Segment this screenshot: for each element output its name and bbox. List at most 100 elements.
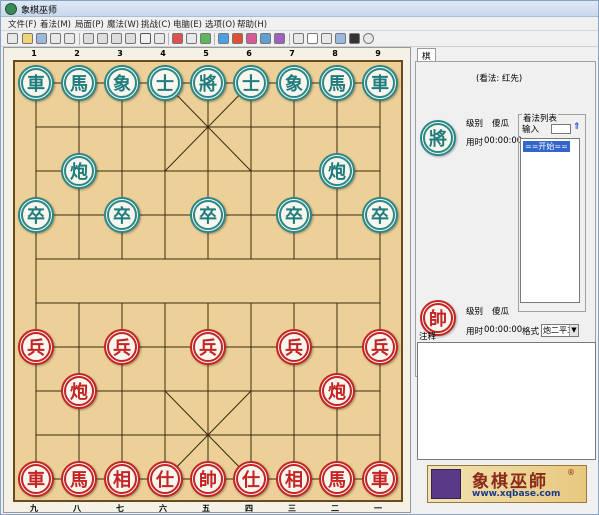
- prev-move-icon[interactable]: [97, 33, 108, 44]
- delete-icon[interactable]: [154, 33, 165, 44]
- black-horse[interactable]: 馬: [61, 65, 97, 101]
- bottom-file-labels: 九 八 七 六 五 四 三 二 一: [4, 503, 412, 514]
- banner-url: www.xqbase.com: [472, 489, 561, 499]
- red-soldier[interactable]: 兵: [190, 329, 226, 365]
- file-label: 1: [31, 49, 37, 58]
- black-soldier[interactable]: 卒: [18, 197, 54, 233]
- move-list[interactable]: ==开始==: [520, 138, 580, 303]
- clock-icon[interactable]: [307, 33, 318, 44]
- red-horse[interactable]: 馬: [61, 461, 97, 497]
- red-level-label: 级别: [466, 307, 484, 317]
- black-general[interactable]: 將: [190, 65, 226, 101]
- engine-icon[interactable]: [274, 33, 285, 44]
- chevron-down-icon[interactable]: ▼: [569, 325, 578, 336]
- menu-moves[interactable]: 着法(M): [40, 18, 71, 30]
- red-chariot[interactable]: 車: [362, 461, 398, 497]
- menu-options[interactable]: 选项(O): [205, 18, 235, 30]
- black-level-value: 傻瓜: [492, 119, 510, 129]
- open-icon[interactable]: [22, 33, 33, 44]
- app-window: 象棋巫师 文件(F) 着法(M) 局面(P) 魔法(W) 挑战(C) 电脑(E)…: [0, 0, 599, 515]
- red-soldier[interactable]: 兵: [18, 329, 54, 365]
- notes-icon[interactable]: [293, 33, 304, 44]
- arrow-up-icon[interactable]: ⇑: [573, 122, 581, 132]
- file-label: 8: [332, 49, 338, 58]
- notes-textarea[interactable]: [417, 342, 596, 460]
- move-list-item[interactable]: ==开始==: [523, 141, 570, 152]
- toolbar-separator: [289, 33, 290, 45]
- black-advisor[interactable]: 士: [147, 65, 183, 101]
- black-cannon[interactable]: 炮: [61, 153, 97, 189]
- file-label: 9: [375, 49, 381, 58]
- book-icon[interactable]: [172, 33, 183, 44]
- black-horse[interactable]: 馬: [319, 65, 355, 101]
- window-title: 象棋巫师: [21, 6, 58, 16]
- red-cannon[interactable]: 炮: [319, 373, 355, 409]
- red-time-label: 用时: [466, 327, 484, 337]
- black-elephant[interactable]: 象: [276, 65, 312, 101]
- copy-icon[interactable]: [50, 33, 61, 44]
- database-icon[interactable]: [200, 33, 211, 44]
- notes-label: 注释: [419, 332, 437, 342]
- xqbase-banner[interactable]: 象棋巫師 ® www.xqbase.com: [427, 465, 587, 503]
- hint-icon[interactable]: [232, 33, 243, 44]
- terminal-icon[interactable]: [349, 33, 360, 44]
- wizard-logo-icon: [431, 469, 461, 499]
- toolbar-separator: [79, 33, 80, 45]
- red-soldier[interactable]: 兵: [104, 329, 140, 365]
- first-move-icon[interactable]: [83, 33, 94, 44]
- menu-computer[interactable]: 电脑(E): [173, 18, 202, 30]
- black-soldier[interactable]: 卒: [276, 197, 312, 233]
- window-icon[interactable]: [335, 33, 346, 44]
- cut-icon[interactable]: [140, 33, 151, 44]
- game-info-panel: (看法: 红先) 將 级别 傻瓜 用时 00:00:00 着法列表 输入 ⇑ =…: [415, 61, 596, 377]
- menu-help[interactable]: 帮助(H): [237, 18, 267, 30]
- black-chariot[interactable]: 車: [362, 65, 398, 101]
- think-icon[interactable]: [246, 33, 257, 44]
- stop-icon[interactable]: [363, 33, 374, 44]
- move-input[interactable]: [551, 124, 571, 134]
- red-soldier[interactable]: 兵: [276, 329, 312, 365]
- red-elephant[interactable]: 相: [276, 461, 312, 497]
- save-icon[interactable]: [36, 33, 47, 44]
- settings-icon[interactable]: [321, 33, 332, 44]
- red-horse[interactable]: 馬: [319, 461, 355, 497]
- menu-challenge[interactable]: 挑战(C): [141, 18, 171, 30]
- file-label: 九: [30, 504, 38, 513]
- black-soldier[interactable]: 卒: [190, 197, 226, 233]
- red-cannon[interactable]: 炮: [61, 373, 97, 409]
- file-label: 一: [374, 504, 382, 513]
- new-icon[interactable]: [7, 33, 18, 44]
- red-advisor[interactable]: 仕: [147, 461, 183, 497]
- menu-position[interactable]: 局面(P): [75, 18, 104, 30]
- toolbar: [1, 31, 598, 47]
- black-elephant[interactable]: 象: [104, 65, 140, 101]
- format-select[interactable]: 炮二平3 ▼: [541, 324, 579, 337]
- black-cannon[interactable]: 炮: [319, 153, 355, 189]
- red-advisor[interactable]: 仕: [233, 461, 269, 497]
- paste-icon[interactable]: [64, 33, 75, 44]
- next-move-icon[interactable]: [111, 33, 122, 44]
- black-soldier[interactable]: 卒: [104, 197, 140, 233]
- black-soldier[interactable]: 卒: [362, 197, 398, 233]
- black-chariot[interactable]: 車: [18, 65, 54, 101]
- red-soldier[interactable]: 兵: [362, 329, 398, 365]
- side-panel: 棋局信息 (看法: 红先) 將 级别 傻瓜 用时 00:00:00 着法列表 输…: [415, 47, 596, 513]
- board-panel: 1 2 3 4 5 6 7 8 9 車 馬 象 士 將 士 象 馬 車 炮 炮 …: [3, 47, 411, 513]
- menu-file[interactable]: 文件(F): [8, 18, 37, 30]
- menu-magic[interactable]: 魔法(W): [107, 18, 139, 30]
- red-elephant[interactable]: 相: [104, 461, 140, 497]
- last-move-icon[interactable]: [125, 33, 136, 44]
- red-time-value: 00:00:00: [484, 325, 523, 335]
- file-label: 二: [331, 504, 339, 513]
- toolbar-separator: [168, 33, 169, 45]
- file-label: 六: [159, 504, 167, 513]
- menu-bar: 文件(F) 着法(M) 局面(P) 魔法(W) 挑战(C) 电脑(E) 选项(O…: [1, 17, 598, 31]
- list-icon[interactable]: [186, 33, 197, 44]
- analyze-icon[interactable]: [218, 33, 229, 44]
- flip-icon[interactable]: [260, 33, 271, 44]
- format-label: 格式: [522, 327, 540, 337]
- black-advisor[interactable]: 士: [233, 65, 269, 101]
- red-general[interactable]: 帥: [190, 461, 226, 497]
- chess-board[interactable]: 車 馬 象 士 將 士 象 馬 車 炮 炮 卒 卒 卒 卒 卒 兵 兵 兵 兵 …: [13, 60, 403, 502]
- red-chariot[interactable]: 車: [18, 461, 54, 497]
